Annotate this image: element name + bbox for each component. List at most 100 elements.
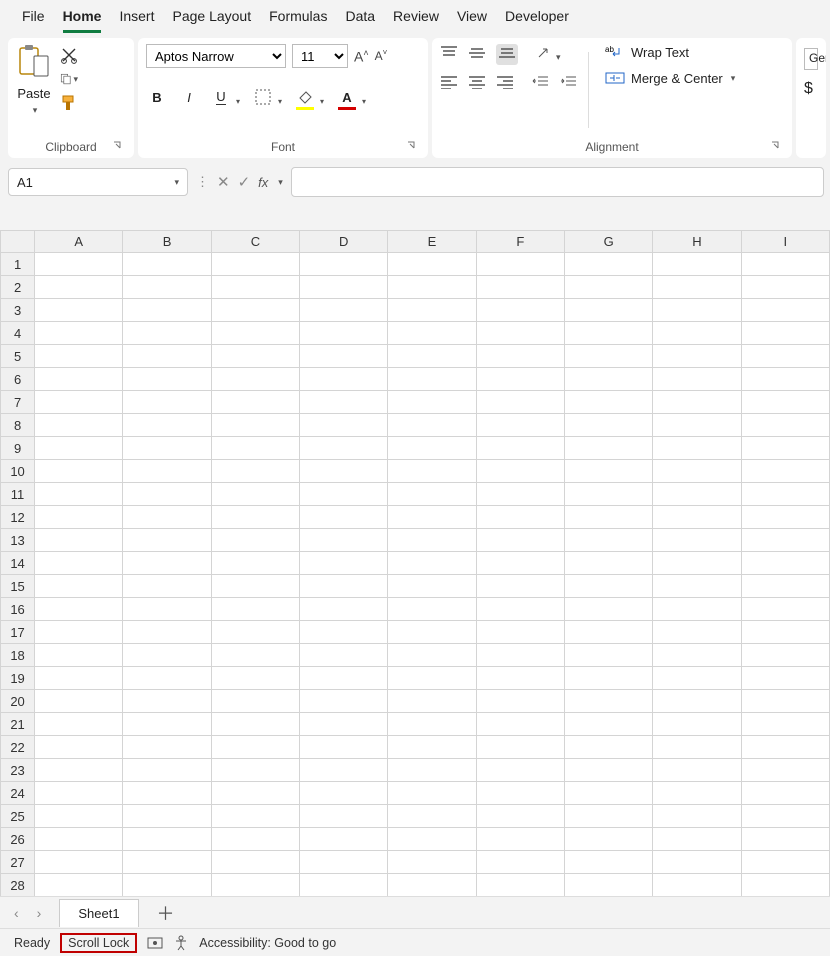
cell[interactable] — [476, 391, 564, 414]
cell[interactable] — [741, 299, 829, 322]
cell[interactable] — [211, 253, 299, 276]
cell[interactable] — [211, 345, 299, 368]
cell[interactable] — [35, 736, 123, 759]
cell[interactable] — [388, 690, 476, 713]
cell[interactable] — [741, 414, 829, 437]
cell[interactable] — [35, 598, 123, 621]
cell[interactable] — [35, 667, 123, 690]
col-header[interactable]: B — [123, 231, 211, 253]
row-header[interactable]: 4 — [1, 322, 35, 345]
col-header[interactable]: D — [300, 231, 388, 253]
cell[interactable] — [653, 667, 741, 690]
cell[interactable] — [123, 368, 211, 391]
cell[interactable] — [564, 460, 652, 483]
cell[interactable] — [564, 713, 652, 736]
cell[interactable] — [123, 552, 211, 575]
cell[interactable] — [388, 782, 476, 805]
cell[interactable] — [35, 621, 123, 644]
sheet-nav-prev-icon[interactable]: ‹ — [14, 905, 19, 921]
cell[interactable] — [300, 460, 388, 483]
cell[interactable] — [123, 575, 211, 598]
cell[interactable] — [211, 805, 299, 828]
row-header[interactable]: 27 — [1, 851, 35, 874]
cell[interactable] — [388, 644, 476, 667]
row-header[interactable]: 7 — [1, 391, 35, 414]
cell[interactable] — [476, 414, 564, 437]
row-header[interactable]: 22 — [1, 736, 35, 759]
row-header[interactable]: 2 — [1, 276, 35, 299]
cell[interactable] — [476, 276, 564, 299]
cut-icon[interactable] — [60, 46, 78, 64]
cell[interactable] — [564, 368, 652, 391]
cell[interactable] — [741, 368, 829, 391]
row-header[interactable]: 15 — [1, 575, 35, 598]
cell[interactable] — [123, 782, 211, 805]
cell[interactable] — [35, 414, 123, 437]
cell[interactable] — [564, 552, 652, 575]
cell[interactable] — [741, 759, 829, 782]
cell[interactable] — [741, 667, 829, 690]
number-format-select[interactable]: Ger — [804, 48, 818, 70]
cell[interactable] — [211, 391, 299, 414]
cell[interactable] — [653, 736, 741, 759]
cell[interactable] — [300, 598, 388, 621]
cell[interactable] — [564, 483, 652, 506]
cell[interactable] — [211, 483, 299, 506]
cell[interactable] — [653, 644, 741, 667]
cell[interactable] — [211, 644, 299, 667]
col-header[interactable]: H — [653, 231, 741, 253]
cell[interactable] — [388, 529, 476, 552]
row-header[interactable]: 8 — [1, 414, 35, 437]
cell[interactable] — [388, 506, 476, 529]
row-header[interactable]: 28 — [1, 874, 35, 897]
cell[interactable] — [476, 460, 564, 483]
accessibility-icon[interactable] — [173, 935, 189, 951]
cell[interactable] — [123, 322, 211, 345]
cell[interactable] — [300, 391, 388, 414]
row-header[interactable]: 16 — [1, 598, 35, 621]
cell[interactable] — [35, 713, 123, 736]
cell[interactable] — [388, 368, 476, 391]
row-header[interactable]: 13 — [1, 529, 35, 552]
cell[interactable] — [211, 690, 299, 713]
cell[interactable] — [653, 506, 741, 529]
cell[interactable] — [388, 874, 476, 897]
cell[interactable] — [476, 874, 564, 897]
cell[interactable] — [300, 345, 388, 368]
cell[interactable] — [211, 713, 299, 736]
cell[interactable] — [741, 598, 829, 621]
decrease-indent-icon[interactable] — [532, 75, 550, 92]
cell[interactable] — [123, 736, 211, 759]
cell[interactable] — [741, 322, 829, 345]
cell[interactable] — [300, 506, 388, 529]
cell[interactable] — [300, 253, 388, 276]
row-header[interactable]: 24 — [1, 782, 35, 805]
cancel-formula-icon[interactable]: ✕ — [217, 173, 230, 191]
align-right-icon[interactable] — [496, 75, 514, 92]
tab-home[interactable]: Home — [63, 8, 102, 33]
cell[interactable] — [211, 598, 299, 621]
row-header[interactable]: 25 — [1, 805, 35, 828]
row-header[interactable]: 23 — [1, 759, 35, 782]
cell[interactable] — [476, 483, 564, 506]
cell[interactable] — [564, 828, 652, 851]
cell[interactable] — [123, 299, 211, 322]
cell[interactable] — [653, 575, 741, 598]
cell[interactable] — [211, 782, 299, 805]
italic-button[interactable]: I — [178, 86, 200, 108]
cell[interactable] — [123, 345, 211, 368]
underline-button[interactable]: U▾ — [210, 86, 232, 108]
col-header[interactable]: F — [476, 231, 564, 253]
cell[interactable] — [741, 460, 829, 483]
cell[interactable] — [211, 276, 299, 299]
cell[interactable] — [564, 437, 652, 460]
cell[interactable] — [653, 299, 741, 322]
cell[interactable] — [35, 874, 123, 897]
cell[interactable] — [741, 345, 829, 368]
cell[interactable] — [741, 851, 829, 874]
cell[interactable] — [300, 805, 388, 828]
cell[interactable] — [741, 552, 829, 575]
select-all-corner[interactable] — [1, 231, 35, 253]
row-header[interactable]: 6 — [1, 368, 35, 391]
cell[interactable] — [300, 437, 388, 460]
